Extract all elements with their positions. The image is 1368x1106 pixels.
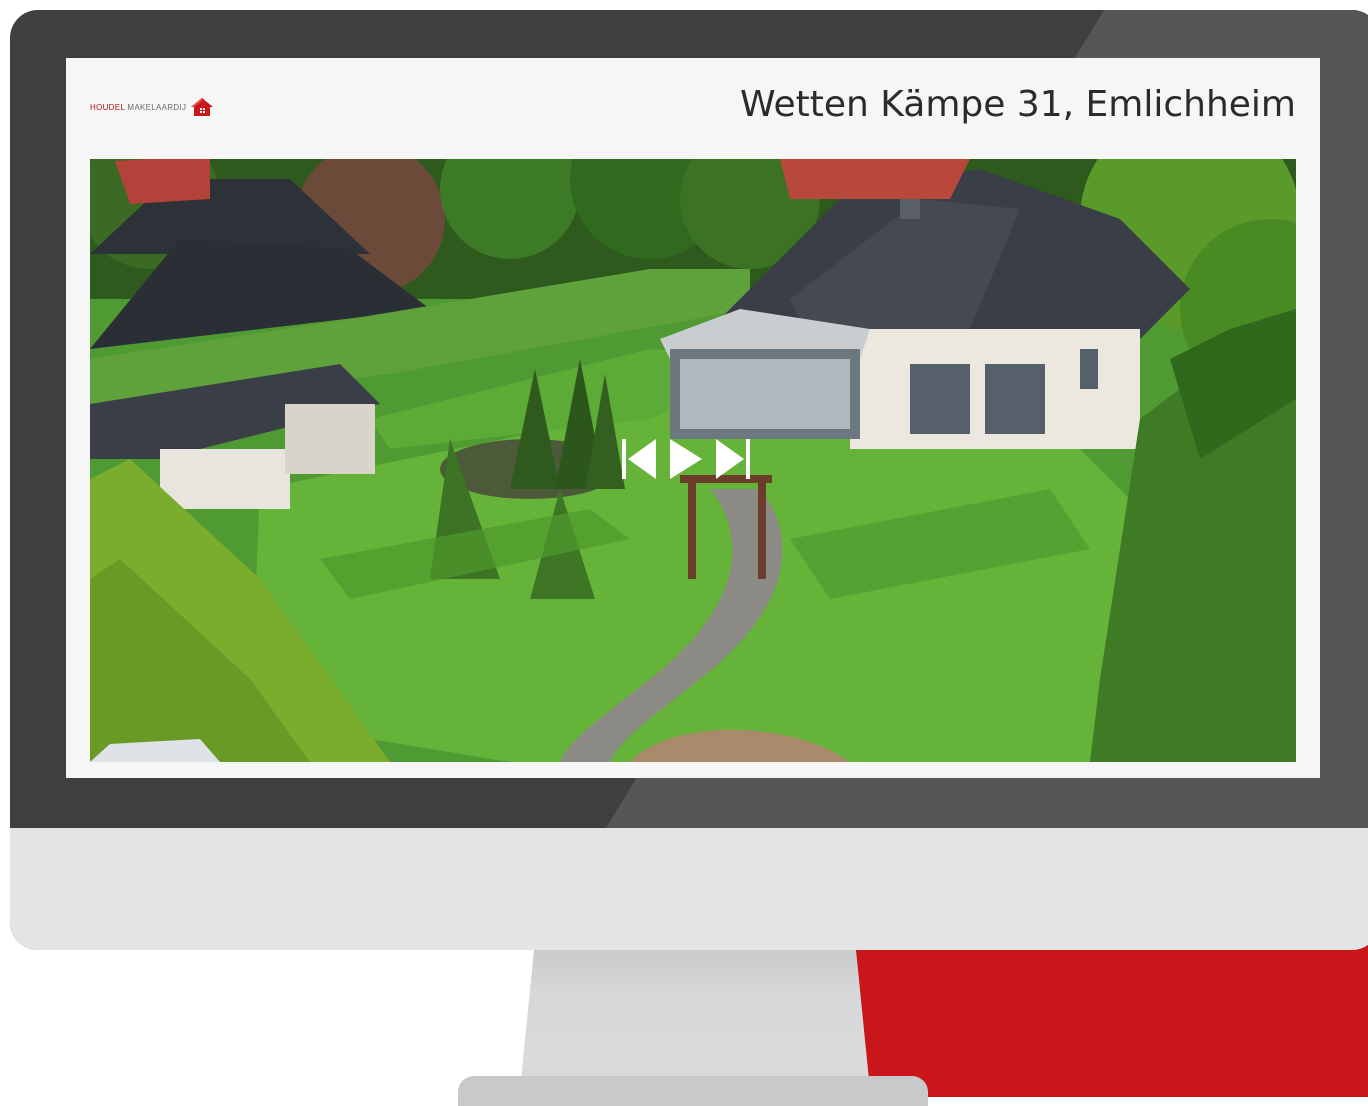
skip-next-icon[interactable] bbox=[712, 436, 752, 482]
brand-name-suffix: MAKELAARDIJ bbox=[127, 102, 187, 112]
screen: HOUDEL MAKELAARDIJ Wetten Kämpe 31, Emli… bbox=[66, 58, 1320, 778]
monitor-stand-base bbox=[458, 1076, 928, 1106]
house-logo-icon bbox=[191, 98, 214, 116]
brand-name-primary: HOUDEL bbox=[90, 102, 125, 112]
skip-previous-icon[interactable] bbox=[620, 436, 660, 482]
monitor-stand-neck bbox=[520, 950, 870, 1090]
play-icon[interactable] bbox=[668, 436, 704, 482]
listing-address: Wetten Kämpe 31, Emlichheim bbox=[740, 84, 1296, 125]
monitor-chin bbox=[10, 828, 1368, 950]
slideshow-controls bbox=[620, 436, 752, 482]
brand-logo[interactable]: HOUDEL MAKELAARDIJ bbox=[90, 96, 215, 118]
brand-name: HOUDEL MAKELAARDIJ bbox=[90, 103, 186, 112]
